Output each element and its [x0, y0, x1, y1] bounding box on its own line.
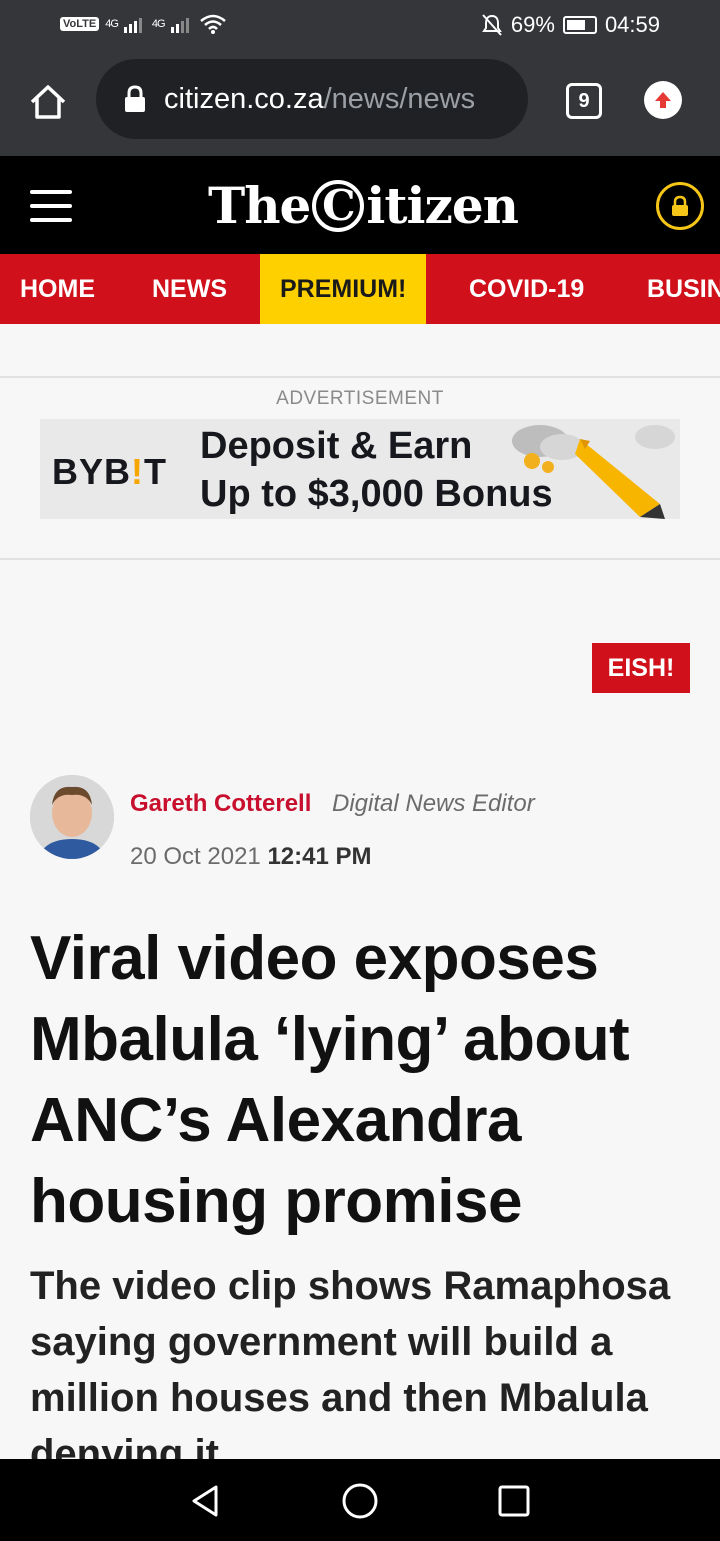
- ad-brand-tick: !: [131, 451, 145, 492]
- status-left: VoLTE 4G 4G: [60, 14, 227, 34]
- publish-date: 20 Oct 2021 12:41 PM: [130, 843, 372, 871]
- ad-label: ADVERTISEMENT: [276, 388, 444, 409]
- premium-lock-button[interactable]: [656, 182, 704, 230]
- article-tag[interactable]: EISH!: [592, 643, 690, 693]
- section-nav: HOME NEWS PREMIUM! COVID-19 BUSINESS: [0, 254, 720, 324]
- publish-time: 12:41 PM: [267, 843, 372, 870]
- home-icon[interactable]: [26, 80, 70, 124]
- nav-home[interactable]: HOME: [20, 254, 95, 324]
- nav-premium[interactable]: PREMIUM!: [260, 254, 427, 324]
- ad-brand-a: BYB: [52, 451, 132, 492]
- article-headline: Viral video exposes Mbalula ‘lying’ abou…: [30, 924, 630, 1236]
- battery-percent: 69%: [510, 12, 555, 37]
- ad-brand: BYB!T: [52, 451, 167, 493]
- nav-covid[interactable]: COVID-19: [469, 254, 584, 324]
- home-circle-icon[interactable]: [340, 1481, 380, 1521]
- network-label-1: 4G: [105, 18, 119, 30]
- battery-icon: [562, 16, 597, 34]
- site-header: The C itizen: [0, 156, 720, 254]
- author-role: Digital News Editor: [332, 790, 535, 817]
- recents-icon[interactable]: [494, 1481, 534, 1521]
- clock: 04:59: [604, 12, 660, 37]
- site-logo[interactable]: The C itizen: [208, 176, 519, 235]
- lock-icon: [672, 195, 688, 216]
- ad-zone: ADVERTISEMENT BYB!T Deposit & Earn Up to…: [0, 378, 720, 560]
- logo-c: C: [312, 179, 365, 232]
- menu-icon[interactable]: [30, 190, 72, 222]
- system-nav-bar: [0, 1459, 720, 1541]
- network-label-2: 4G: [151, 18, 166, 30]
- url-host: citizen.co.za: [164, 82, 324, 115]
- signal-icon: [170, 18, 189, 33]
- rocket-illustration: [512, 425, 675, 519]
- tab-switcher-button[interactable]: 9: [566, 83, 602, 119]
- url-path: /news/news: [323, 82, 476, 115]
- author-photo: [30, 775, 114, 859]
- author-name[interactable]: Gareth Cotterell: [130, 790, 311, 818]
- nav-business[interactable]: BUSINESS: [647, 254, 720, 324]
- logo-text-1: The: [208, 176, 311, 235]
- nav-news[interactable]: NEWS: [152, 254, 227, 324]
- spacer: [0, 324, 720, 378]
- status-right: 69% 04:59: [481, 12, 660, 38]
- status-bar: VoLTE 4G 4G 69% 04:59: [0, 0, 720, 52]
- wifi-icon: [199, 14, 226, 34]
- ad-brand-b: T: [144, 451, 168, 492]
- browser-toolbar: citizen.co.za/news/news 9: [0, 52, 720, 156]
- arrow-up-icon: [655, 92, 671, 108]
- volte-badge: VoLTE: [60, 17, 100, 31]
- update-button[interactable]: [644, 81, 682, 119]
- publish-date-day: 20 Oct 2021: [130, 843, 261, 870]
- lock-icon: [125, 85, 145, 112]
- mute-bell-icon: [482, 14, 502, 36]
- url-bar[interactable]: citizen.co.za/news/news: [96, 59, 528, 139]
- ad-headline: Deposit & Earn: [200, 425, 473, 467]
- avatar[interactable]: [30, 775, 114, 859]
- logo-text-2: itizen: [366, 176, 519, 235]
- ad-banner[interactable]: BYB!T Deposit & Earn Up to $3,000 Bonus: [40, 419, 680, 519]
- back-icon[interactable]: [186, 1481, 226, 1521]
- signal-icon: [123, 18, 142, 33]
- article-subheadline: The video clip shows Ramaphosa saying go…: [30, 1264, 671, 1460]
